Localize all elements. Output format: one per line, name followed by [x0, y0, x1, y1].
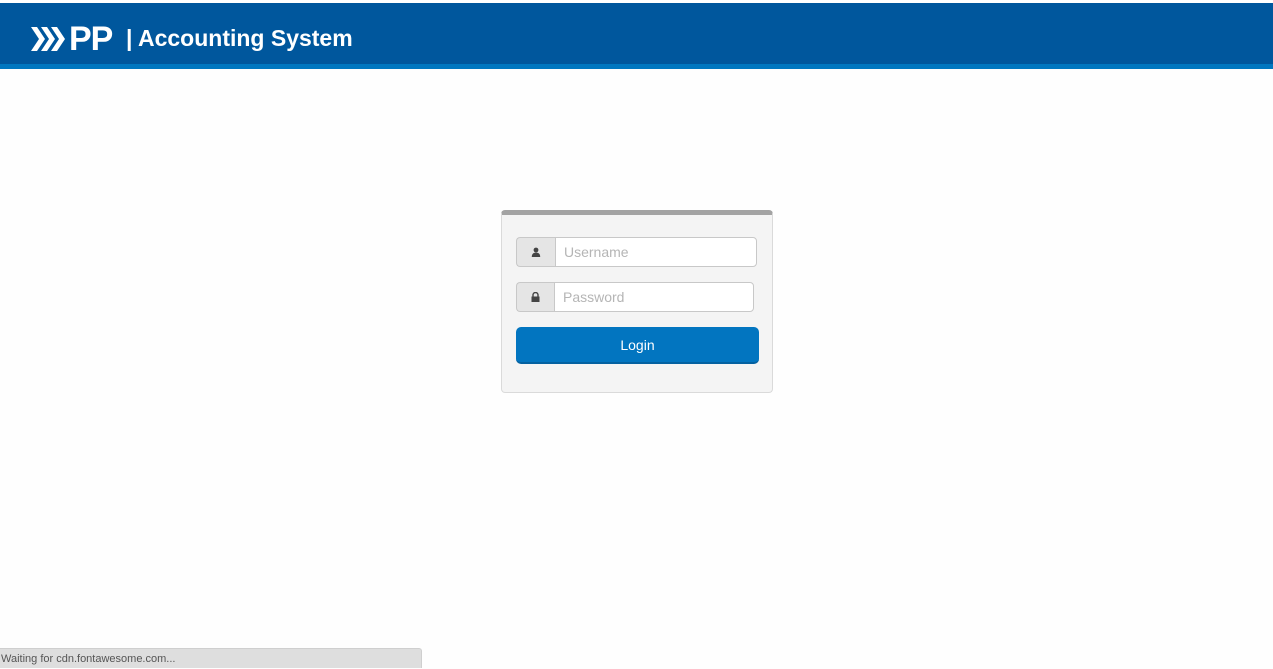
logo-text: PP: [69, 20, 113, 58]
app-title: | Accounting System: [126, 25, 353, 51]
app-header: PP | Accounting System: [0, 3, 1273, 69]
browser-status-bar: Waiting for cdn.fontawesome.com...: [0, 648, 422, 668]
lock-icon: [516, 282, 554, 312]
password-input[interactable]: [554, 282, 754, 312]
login-button[interactable]: Login: [516, 327, 759, 364]
login-panel: Login: [501, 210, 773, 393]
password-field: [516, 282, 754, 312]
user-icon: [516, 237, 555, 267]
logo[interactable]: PP: [31, 19, 113, 59]
chevrons-logo-icon: [31, 27, 65, 51]
username-field: [516, 237, 757, 267]
username-input[interactable]: [555, 237, 757, 267]
